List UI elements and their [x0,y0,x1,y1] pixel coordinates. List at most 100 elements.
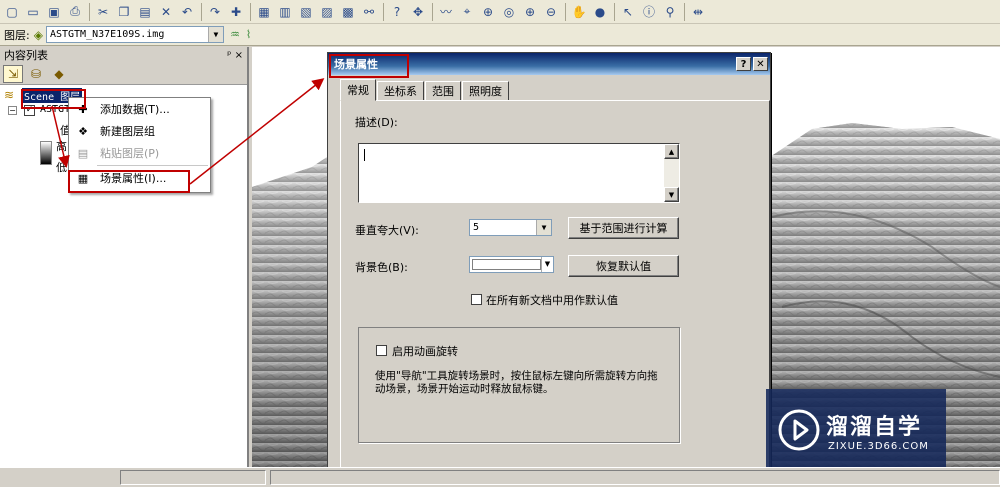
use-as-default-checkbox[interactable] [471,294,482,305]
group-layer-icon: ❖ [78,124,88,138]
chevron-down-icon[interactable]: ▼ [541,257,553,272]
select-icon[interactable]: ↖ [618,2,638,22]
open-icon[interactable]: ▭ [23,2,43,22]
toolbar-separator [614,2,615,21]
context-menu-item-label: 添加数据(T)... [100,103,170,116]
dialog-tab[interactable]: 常规 [340,79,376,101]
cut-icon[interactable]: ✂ [93,2,113,22]
toolbar-separator [383,2,384,21]
redo-icon[interactable]: ↷ [205,2,225,22]
watermark-title: 溜溜自学 [826,415,923,440]
help-icon[interactable]: ? [387,2,407,22]
profile-icon[interactable]: ⌇ [246,28,251,41]
collapse-icon[interactable]: − [8,106,17,115]
toc-tabs: ⇲ ⛁ ◆ [0,63,247,85]
toolbar-separator [250,2,251,21]
toolbar-separator [201,2,202,21]
list-by-visibility-icon[interactable]: ◆ [49,65,69,83]
text-cursor [364,149,365,161]
delete-icon[interactable]: ✕ [156,2,176,22]
list-by-source-icon[interactable]: ⛁ [26,65,46,83]
new-icon[interactable]: ▢ [2,2,22,22]
description-textarea[interactable]: ▲ ▼ [358,143,680,203]
play-logo-icon [778,409,820,451]
watermark-url: ZIXUE.3D66.COM [828,441,929,452]
zoom-out-icon[interactable]: ⊖ [541,2,561,22]
find-icon[interactable]: ⚲ [660,2,680,22]
highlight-scene-properties-item [68,170,190,193]
toolbar-separator [565,2,566,21]
context-menu-item: ▤ 粘贴图层(P) [69,142,210,164]
elevation-ramp [40,141,52,165]
fly-icon[interactable]: 〰 [436,2,456,22]
copy-icon[interactable]: ❐ [114,2,134,22]
model-icon[interactable]: ⚯ [359,2,379,22]
full-extent-icon[interactable]: ● [590,2,610,22]
observer-icon[interactable]: ◎ [499,2,519,22]
layout-icon[interactable]: ▥ [275,2,295,22]
close-button[interactable]: ✕ [753,57,768,71]
layer-select-value: ASTGTM_N37E109S.img [49,29,165,40]
background-color-label: 背景色(B): [355,261,408,274]
enable-animated-rotation-checkbox[interactable] [376,345,387,356]
layer-toolbar: 图层: ◈ ASTGTM_N37E109S.img ▼ ♒ ⌇ [0,24,1000,46]
window-icon[interactable]: ▧ [296,2,316,22]
context-menu-item[interactable]: ❖ 新建图层组 [69,120,210,142]
vertical-exaggeration-label: 垂直夸大(V): [355,224,419,237]
save-icon[interactable]: ▣ [44,2,64,22]
zoom-target-icon[interactable]: ⊕ [478,2,498,22]
dialog-tab[interactable]: 照明度 [462,81,509,101]
rotation-hint-text: 使用"导航"工具旋转场景时，按住鼠标左键向所需旋转方向拖动场景，场景开始运动时释… [375,370,658,395]
list-by-drawing-order-icon[interactable]: ⇲ [3,64,23,83]
paste-icon[interactable]: ▤ [135,2,155,22]
interpolate-icon[interactable]: ♒ [230,28,240,41]
scroll-down-arrow[interactable]: ▼ [664,187,679,202]
navigate-icon[interactable]: ✥ [408,2,428,22]
animated-rotation-group: 启用动画旋转 使用"导航"工具旋转场景时，按住鼠标左键向所需旋转方向拖动场景，场… [358,327,680,443]
pan-icon[interactable]: ✋ [569,2,589,22]
print-icon[interactable]: ⎙ [65,2,85,22]
toolbar-separator [89,2,90,21]
toc-pin-close[interactable]: ᵖ × [227,50,243,61]
vertical-exaggeration-select[interactable]: 5 ▼ [469,219,552,236]
chevron-down-icon[interactable]: ▼ [207,27,223,42]
layer-label: 图层: [4,28,30,42]
description-label: 描述(D): [355,116,398,129]
scroll-up-arrow[interactable]: ▲ [664,144,679,159]
restore-defaults-button[interactable]: 恢复默认值 [568,255,679,277]
background-color-picker[interactable]: ▼ [469,256,554,273]
add-data-icon[interactable]: ✚ [226,2,246,22]
paste-layer-icon: ▤ [77,146,89,160]
zoom-in-icon[interactable]: ⊕ [520,2,540,22]
target-icon[interactable]: ⌖ [457,2,477,22]
textarea-scrollbar[interactable]: ▲ ▼ [664,144,679,202]
low-label: 低 [56,161,67,174]
scene-properties-dialog: 场景属性 ? ✕ 常规 坐标系 范围 照明度 描述(D): ▲ ▼ 垂直夸大(V): … [327,52,771,472]
catalog-icon[interactable]: ▩ [338,2,358,22]
standard-toolbar: ▢ ▭ ▣ ⎙ ✂ ❐ ▤ ✕ ↶ ↷ ✚ ▦ ▥ ▧ ▨ ▩ ⚯? ✥ 〰 ⌖ ⊕ ◎ ⊕ ⊖ ✋ ● ↖ ⓘ ⚲ ⇹ [0,0,1000,24]
use-as-default-label: 在所有新文档中用作默认值 [486,294,618,307]
context-menu-item-label: 粘贴图层(P) [100,147,160,160]
chevron-down-icon[interactable]: ▼ [536,220,551,235]
menu-separator [97,165,208,166]
context-menu-item-label: 新建图层组 [100,125,155,138]
context-menu-item[interactable]: ✚ 添加数据(T)... [69,98,210,120]
high-label: 高 [56,140,67,153]
measure-icon[interactable]: ⇹ [688,2,708,22]
status-bar [0,467,1000,487]
dialog-tab[interactable]: 范围 [425,81,461,101]
toolbar-separator [432,2,433,21]
calc-from-extent-button[interactable]: 基于范围进行计算 [568,217,679,239]
general-tab-page: 描述(D): ▲ ▼ 垂直夸大(V): 5 ▼ 基于范围进行计算 背景色(B):… [340,100,770,472]
dialog-tab[interactable]: 坐标系 [377,81,424,101]
map-icon[interactable]: ▦ [254,2,274,22]
dialog-tabs: 常规 坐标系 范围 照明度 [340,79,510,101]
highlight-dialog-title [329,54,409,78]
toc-title: 内容列表 [4,49,48,62]
enable-animated-rotation-label: 启用动画旋转 [392,345,458,358]
layer-select[interactable]: ASTGTM_N37E109S.img ▼ [45,26,224,43]
graph-icon[interactable]: ▨ [317,2,337,22]
help-button[interactable]: ? [736,57,751,71]
identify-icon[interactable]: ⓘ [639,2,659,22]
undo-icon[interactable]: ↶ [177,2,197,22]
